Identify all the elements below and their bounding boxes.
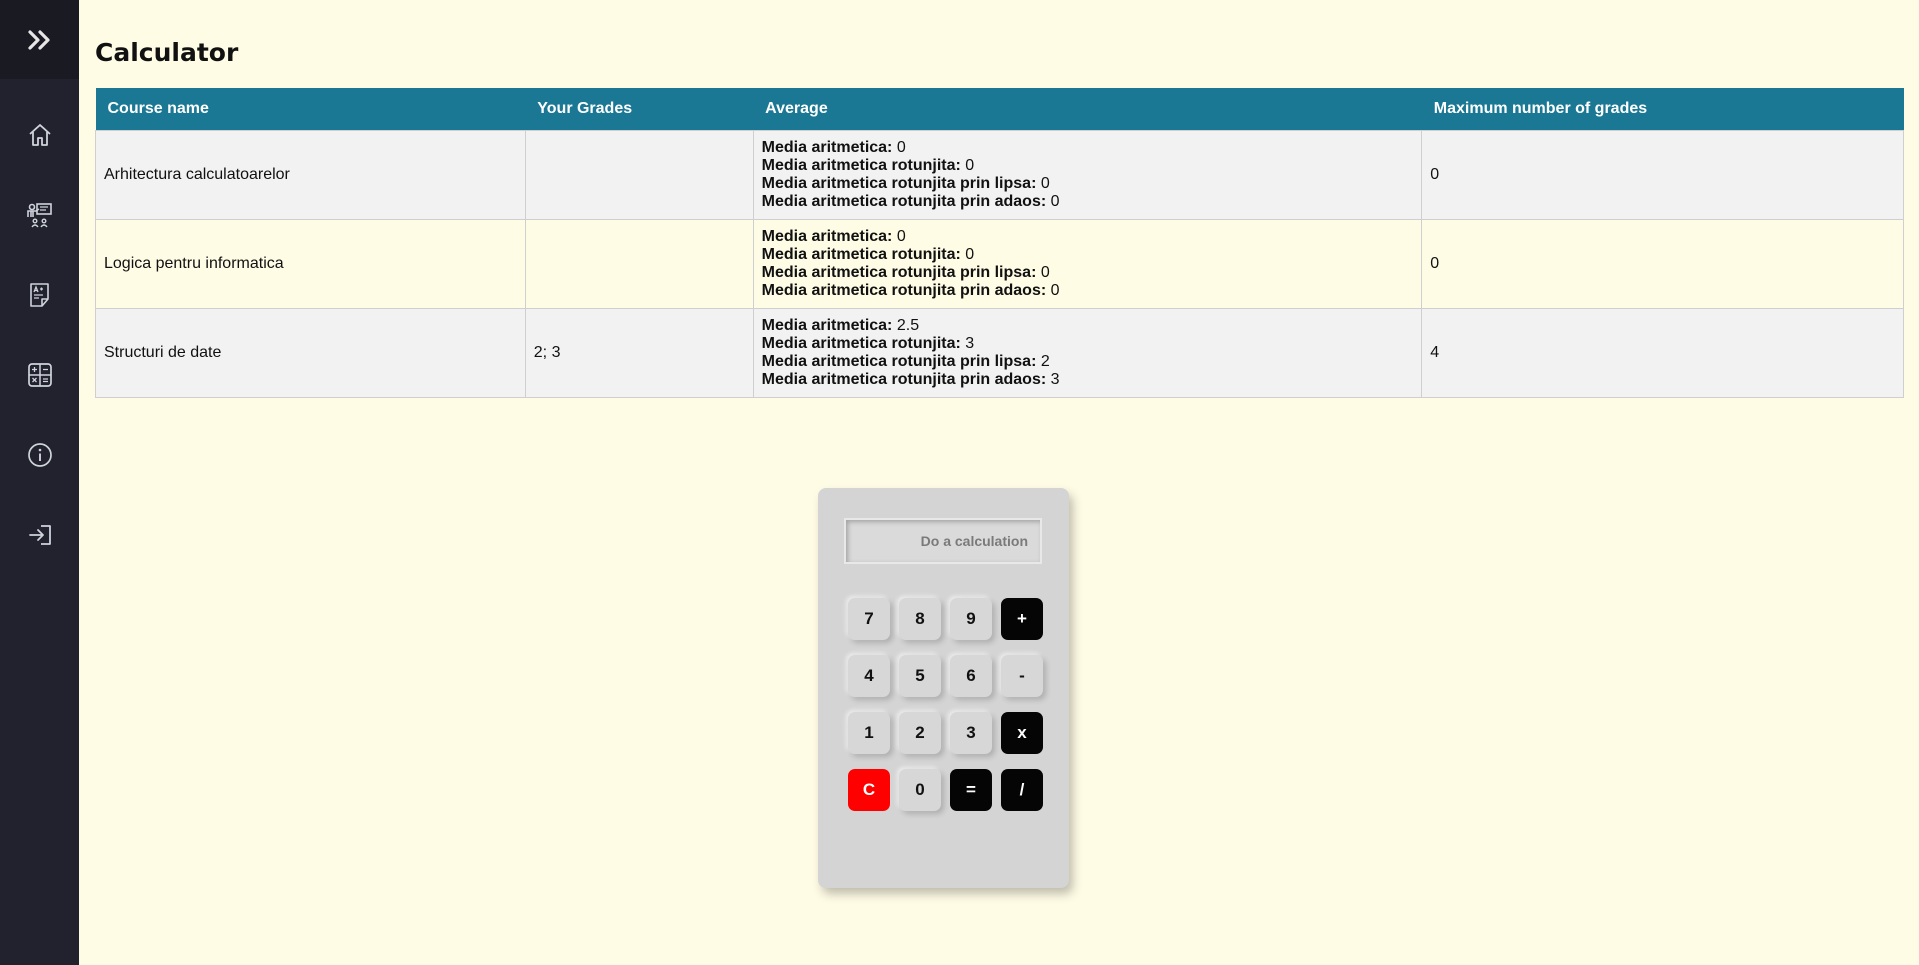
key-7[interactable]: 7 [848,598,890,640]
sidebar-item-home[interactable] [0,107,79,163]
floor-mean-value: 0 [1040,174,1050,192]
sidebar-item-classroom[interactable] [0,187,79,243]
table-header-row: Course name Your Grades Average Maximum … [95,88,1904,130]
key-clear[interactable]: C [848,769,890,811]
rounded-mean-line: Media aritmetica rotunjita: 0 [762,157,1414,175]
arith-mean-line: Media aritmetica: 0 [762,228,1414,246]
floor-mean-value: 2 [1040,352,1050,370]
sidebar-item-grades[interactable] [0,267,79,323]
grades-table: Course name Your Grades Average Maximum … [95,88,1904,398]
ceil-mean-line: Media aritmetica rotunjita prin adaos: 3 [762,371,1414,389]
sidebar-item-info[interactable] [0,427,79,483]
arith-mean-value: 0 [896,227,906,245]
info-icon [27,442,53,468]
key-equals[interactable]: = [950,769,992,811]
grades-cell [524,218,754,309]
key-3[interactable]: 3 [950,712,992,754]
key-divide[interactable]: / [1001,769,1043,811]
arith-mean-value: 0 [896,138,906,156]
course-name-cell: Structuri de date [95,307,526,398]
page-title: Calculator [95,38,239,67]
table-row: Logica pentru informatica Media aritmeti… [95,218,1904,309]
ceil-mean-value: 3 [1050,370,1060,388]
key-0[interactable]: 0 [899,769,941,811]
max-grades-cell: 0 [1421,129,1904,220]
arith-mean-label: Media aritmetica: [761,138,893,156]
key-9[interactable]: 9 [950,598,992,640]
double-chevron-right-icon [27,29,53,51]
key-4[interactable]: 4 [848,655,890,697]
rounded-mean-value: 3 [965,334,975,352]
floor-mean-label: Media aritmetica rotunjita prin lipsa: [761,352,1037,370]
header-your-grades: Your Grades [525,88,754,130]
arith-mean-line: Media aritmetica: 0 [762,139,1414,157]
grades-cell: 2; 3 [524,307,754,398]
sidebar [0,0,79,965]
key-2[interactable]: 2 [899,712,941,754]
header-average: Average [753,88,1422,130]
header-course-name: Course name [95,88,526,130]
rounded-mean-value: 0 [965,156,975,174]
ceil-mean-label: Media aritmetica rotunjita prin adaos: [761,192,1047,210]
key-6[interactable]: 6 [950,655,992,697]
arith-mean-value: 2.5 [896,316,920,334]
key-5[interactable]: 5 [899,655,941,697]
arith-mean-label: Media aritmetica: [761,227,893,245]
ceil-mean-label: Media aritmetica rotunjita prin adaos: [761,281,1047,299]
floor-mean-line: Media aritmetica rotunjita prin lipsa: 0 [762,175,1414,193]
calculator-widget: Do a calculation 7 8 9 + 4 5 6 - 1 2 3 x… [818,488,1069,888]
ceil-mean-label: Media aritmetica rotunjita prin adaos: [761,370,1047,388]
home-icon [27,122,53,148]
average-cell: Media aritmetica: 0 Media aritmetica rot… [752,218,1423,309]
sidebar-item-login[interactable] [0,507,79,563]
table-row: Arhitectura calculatoarelor Media aritme… [95,129,1904,220]
floor-mean-line: Media aritmetica rotunjita prin lipsa: 2 [762,353,1414,371]
rounded-mean-label: Media aritmetica rotunjita: [761,245,961,263]
calculator-display[interactable]: Do a calculation [844,518,1042,564]
key-minus[interactable]: - [1001,655,1043,697]
sign-in-icon [27,523,53,547]
floor-mean-label: Media aritmetica rotunjita prin lipsa: [761,174,1037,192]
ceil-mean-value: 0 [1050,192,1060,210]
course-name-cell: Logica pentru informatica [95,218,526,309]
max-grades-cell: 4 [1421,307,1904,398]
rounded-mean-label: Media aritmetica rotunjita: [761,156,961,174]
floor-mean-line: Media aritmetica rotunjita prin lipsa: 0 [762,264,1414,282]
key-multiply[interactable]: x [1001,712,1043,754]
ceil-mean-line: Media aritmetica rotunjita prin adaos: 0 [762,193,1414,211]
average-cell: Media aritmetica: 2.5 Media aritmetica r… [752,307,1423,398]
average-cell: Media aritmetica: 0 Media aritmetica rot… [752,129,1423,220]
table-row: Structuri de date 2; 3 Media aritmetica:… [95,307,1904,398]
grade-sheet-icon [28,281,52,309]
max-grades-cell: 0 [1421,218,1904,309]
calculator-icon [27,362,53,388]
rounded-mean-label: Media aritmetica rotunjita: [761,334,961,352]
rounded-mean-value: 0 [965,245,975,263]
ceil-mean-value: 0 [1050,281,1060,299]
header-max-grades: Maximum number of grades [1421,88,1904,130]
key-8[interactable]: 8 [899,598,941,640]
course-name-cell: Arhitectura calculatoarelor [95,129,526,220]
sidebar-toggle-button[interactable] [0,0,79,79]
arith-mean-line: Media aritmetica: 2.5 [762,317,1414,335]
rounded-mean-line: Media aritmetica rotunjita: 3 [762,335,1414,353]
key-plus[interactable]: + [1001,598,1043,640]
floor-mean-label: Media aritmetica rotunjita prin lipsa: [761,263,1037,281]
sidebar-item-calculator[interactable] [0,347,79,403]
arith-mean-label: Media aritmetica: [761,316,893,334]
ceil-mean-line: Media aritmetica rotunjita prin adaos: 0 [762,282,1414,300]
key-1[interactable]: 1 [848,712,890,754]
teacher-board-icon [26,201,54,229]
rounded-mean-line: Media aritmetica rotunjita: 0 [762,246,1414,264]
grades-cell [524,129,754,220]
floor-mean-value: 0 [1040,263,1050,281]
